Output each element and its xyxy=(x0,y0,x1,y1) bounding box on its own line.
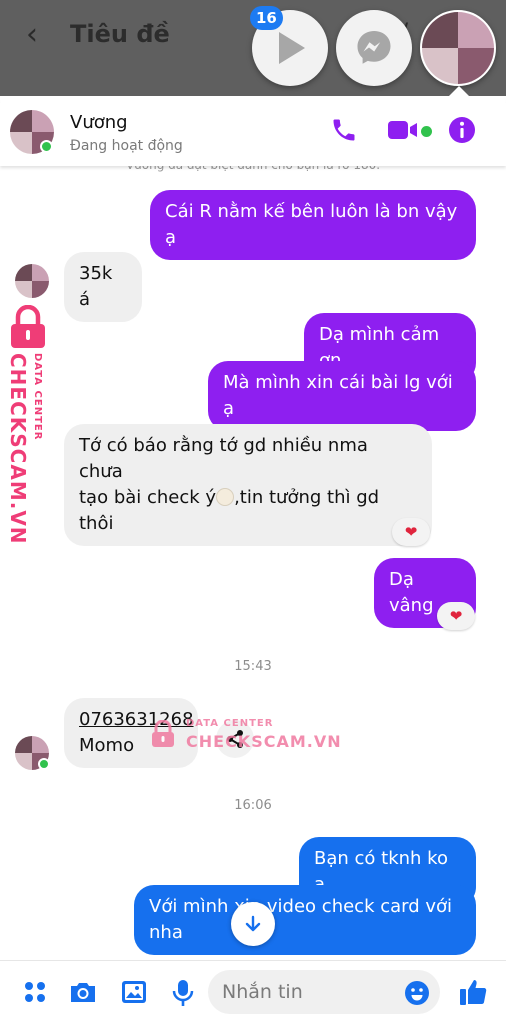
microphone-icon[interactable] xyxy=(172,979,194,1007)
incoming-message[interactable]: Tớ có báo rằng tớ gd nhiều nma chưa tạo … xyxy=(64,424,432,546)
unread-badge: 16 xyxy=(250,6,283,30)
neutral-face-emoji xyxy=(216,488,235,506)
message-text: tạo bài check ý xyxy=(79,487,217,508)
camera-icon[interactable] xyxy=(68,979,98,1005)
watermark-small-text: DATA CENTER xyxy=(32,353,43,441)
video-active-dot xyxy=(421,126,432,137)
message-line: tạo bài check ý ,tin tưởng thì gd xyxy=(79,485,417,511)
emoji-icon[interactable] xyxy=(404,980,430,1006)
contact-chat-head[interactable] xyxy=(420,10,496,86)
heart-reaction[interactable]: ❤ xyxy=(437,602,475,630)
chat-head-pointer xyxy=(449,86,469,96)
messenger-chat-head[interactable] xyxy=(336,10,412,86)
message-composer xyxy=(0,960,506,1024)
online-indicator xyxy=(40,140,53,153)
message-input-container[interactable] xyxy=(208,970,440,1014)
message-line: nha xyxy=(149,922,183,943)
chat-window: Vương Đang hoạt động Vương đã đặt biệt d… xyxy=(0,96,506,1024)
online-indicator xyxy=(38,758,50,770)
phone-icon[interactable] xyxy=(330,116,358,144)
heart-reaction[interactable]: ❤ xyxy=(392,518,430,546)
message-input[interactable] xyxy=(222,970,402,1014)
watermark-inline: DATA CENTER CHECKSCAM.VN xyxy=(150,716,341,756)
lock-icon xyxy=(152,720,174,747)
lock-icon xyxy=(11,305,45,348)
contact-name[interactable]: Vương xyxy=(70,112,128,133)
scroll-to-bottom-button[interactable] xyxy=(231,902,275,946)
back-icon[interactable]: ‹ xyxy=(26,20,54,50)
incoming-message[interactable]: 35k á xyxy=(64,252,142,322)
gallery-icon[interactable] xyxy=(120,979,148,1005)
watermark-big-text: CHECKSCAM.VN xyxy=(6,353,30,545)
message-text: ,tin tưởng thì gd xyxy=(234,487,380,508)
avatar xyxy=(422,12,494,84)
apps-grid-icon[interactable] xyxy=(22,979,48,1005)
watermark-big-text: CHECKSCAM.VN xyxy=(186,732,342,751)
outgoing-message[interactable]: Mà mình xin cái bài lg với ạ xyxy=(208,361,476,431)
message-line: thôi xyxy=(79,513,114,534)
thumbs-up-icon[interactable] xyxy=(458,977,488,1007)
play-icon xyxy=(279,32,305,64)
info-icon[interactable] xyxy=(448,116,476,144)
outgoing-message[interactable]: Với mình xin video check card với nha xyxy=(134,885,476,955)
messenger-icon xyxy=(357,31,391,64)
message-line: Với mình xin video check card với xyxy=(149,896,453,917)
active-status: Đang hoạt động xyxy=(70,138,183,154)
watermark-small-text: DATA CENTER xyxy=(186,718,274,729)
video-call-icon[interactable] xyxy=(386,116,420,144)
avatar[interactable] xyxy=(15,264,49,298)
message-line: Tớ có báo rằng tớ gd nhiều nma chưa xyxy=(79,435,368,482)
chat-header: Vương Đang hoạt động xyxy=(0,96,506,166)
arrow-down-icon xyxy=(245,915,261,932)
timestamp: 16:06 xyxy=(234,798,272,813)
background-title: Tiêu đề xyxy=(70,20,170,48)
watermark-vertical: CHECKSCAM.VN DATA CENTER xyxy=(2,305,54,545)
timestamp: 15:43 xyxy=(234,659,272,674)
outgoing-message[interactable]: Cái R nằm kế bên luôn là bn vậy ạ xyxy=(150,190,476,260)
